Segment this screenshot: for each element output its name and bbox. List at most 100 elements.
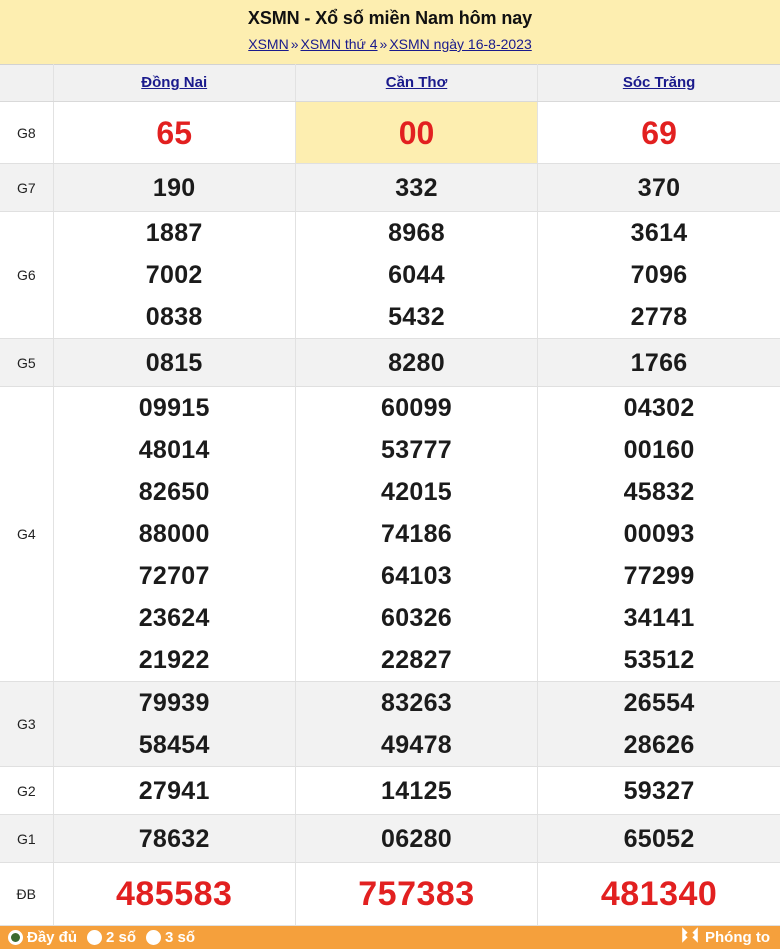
result-cell: 83263 49478: [295, 681, 539, 767]
number-list: 1887 7002 0838: [54, 212, 295, 338]
lottery-number: 79939: [138, 689, 210, 717]
lottery-number: 8280: [388, 348, 445, 377]
prize-label-G1: G1: [0, 814, 54, 863]
result-cell: 65052: [537, 814, 780, 863]
table-row: G7 190 332 370: [0, 163, 780, 212]
breadcrumb-separator: »: [290, 36, 299, 52]
lottery-number: 42015: [380, 478, 453, 506]
radio-icon[interactable]: [87, 930, 103, 945]
result-cell: 60099 53777 42015 74186 64103 60326 22827: [295, 386, 539, 682]
lottery-number: 64103: [380, 562, 453, 590]
prize-label-G5: G5: [0, 338, 54, 387]
lottery-number: 45832: [623, 478, 695, 506]
result-cell: 1766: [537, 338, 780, 387]
number-list: 26554 28626: [538, 682, 780, 766]
lottery-result-page: XSMN - Xổ số miền Nam hôm nay XSMN» XSMN …: [0, 0, 780, 949]
result-cell: 09915 48014 82650 88000 72707 23624 21922: [53, 386, 296, 682]
lottery-number: 53512: [623, 646, 695, 674]
result-cell: 757383: [295, 862, 539, 926]
result-cell: 0815: [53, 338, 296, 387]
table-row: ĐB 485583 757383 481340: [0, 862, 780, 926]
lottery-number: 49478: [380, 731, 453, 759]
number-list: 190: [54, 167, 295, 209]
result-cell: 78632: [53, 814, 296, 863]
number-list: 60099 53777 42015 74186 64103 60326 22827: [296, 387, 537, 681]
province-link-0[interactable]: Đồng Nai: [141, 74, 207, 91]
breadcrumb-link-date[interactable]: XSMN ngày 16-8-2023: [389, 36, 531, 52]
display-mode-option-1[interactable]: 2 số: [87, 929, 136, 946]
result-cell: 481340: [537, 862, 780, 926]
display-mode-option-2[interactable]: 3 số: [146, 929, 195, 946]
lottery-number: 8968: [388, 219, 445, 247]
table-row: G5 0815 8280 1766: [0, 338, 780, 387]
lottery-number: 04302: [623, 394, 695, 422]
lottery-number: 09915: [138, 394, 210, 422]
result-cell: 79939 58454: [53, 681, 296, 767]
lottery-number: 00160: [623, 436, 695, 464]
breadcrumb-link-weekday[interactable]: XSMN thứ 4: [300, 36, 377, 52]
result-cell: 1887 7002 0838: [53, 211, 296, 339]
lottery-number: 485583: [115, 875, 233, 913]
lottery-number: 332: [395, 173, 438, 202]
number-list: 27941: [54, 770, 295, 812]
result-cell: 370: [537, 163, 780, 212]
result-cell: 26554 28626: [537, 681, 780, 767]
lottery-number: 190: [152, 173, 196, 202]
result-cell: 65: [53, 101, 296, 164]
display-mode-radio-group: Đầy đủ 2 số 3 số: [8, 929, 195, 946]
number-list: 65: [54, 112, 295, 154]
breadcrumb: XSMN» XSMN thứ 4» XSMN ngày 16-8-2023: [0, 34, 780, 54]
number-list: 69: [538, 112, 780, 154]
lottery-number: 28626: [623, 731, 695, 759]
lottery-number: 48014: [138, 436, 210, 464]
result-cell: 69: [537, 101, 780, 164]
prize-label-G6: G6: [0, 211, 54, 339]
lottery-number: 23624: [138, 604, 210, 632]
column-header-province-1: Cần Thơ: [295, 64, 539, 102]
result-cell: 04302 00160 45832 00093 77299 34141 53512: [537, 386, 780, 682]
number-list: 0815: [54, 342, 295, 384]
page-header: XSMN - Xổ số miền Nam hôm nay XSMN» XSMN …: [0, 0, 780, 64]
prize-label-G2: G2: [0, 766, 54, 815]
result-cell: 485583: [53, 862, 296, 926]
lottery-number: 2778: [630, 303, 688, 331]
table-row: G1 78632 06280 65052: [0, 814, 780, 863]
number-list: 78632: [54, 818, 295, 860]
lottery-number: 60326: [380, 604, 453, 632]
zoom-button[interactable]: Phóng to: [681, 926, 770, 949]
breadcrumb-link-xsmn[interactable]: XSMN: [248, 36, 288, 52]
display-mode-label: 2 số: [106, 929, 137, 946]
province-link-1[interactable]: Cần Thơ: [386, 74, 448, 91]
result-cell: 190: [53, 163, 296, 212]
column-header-province-0: Đồng Nai: [53, 64, 296, 102]
lottery-number: 77299: [623, 562, 695, 590]
province-link-2[interactable]: Sóc Trăng: [623, 74, 696, 91]
lottery-number: 53777: [380, 436, 453, 464]
table-row: G2 27941 14125 59327: [0, 766, 780, 815]
number-list: 8280: [296, 342, 537, 384]
result-cell: 59327: [537, 766, 780, 815]
lottery-number: 370: [637, 173, 681, 202]
lottery-number: 1887: [145, 219, 203, 247]
number-list: 1766: [538, 342, 780, 384]
lottery-number: 78632: [138, 824, 210, 853]
table-row: G4 09915 48014 82650 88000 72707 23624 21922 600…: [0, 386, 780, 682]
lottery-number: 58454: [138, 731, 210, 759]
lottery-number: 27941: [138, 776, 210, 805]
radio-icon[interactable]: [146, 930, 162, 945]
table-row: G3 79939 58454 83263 49478 26554 28626: [0, 681, 780, 767]
lottery-number: 14125: [380, 776, 453, 805]
lottery-number: 65052: [623, 824, 695, 853]
lottery-number: 06280: [380, 824, 453, 853]
number-list: 59327: [538, 770, 780, 812]
lottery-number: 00093: [623, 520, 695, 548]
table-row: G8 65 00 69: [0, 101, 780, 164]
prize-label-G4: G4: [0, 386, 54, 682]
display-mode-option-0[interactable]: Đầy đủ: [8, 929, 77, 946]
prize-label-ĐB: ĐB: [0, 862, 54, 926]
expand-icon: [681, 926, 699, 949]
column-header-province-2: Sóc Trăng: [537, 64, 780, 102]
number-list: 14125: [296, 770, 537, 812]
radio-icon[interactable]: [8, 930, 23, 945]
lottery-number: 82650: [138, 478, 210, 506]
